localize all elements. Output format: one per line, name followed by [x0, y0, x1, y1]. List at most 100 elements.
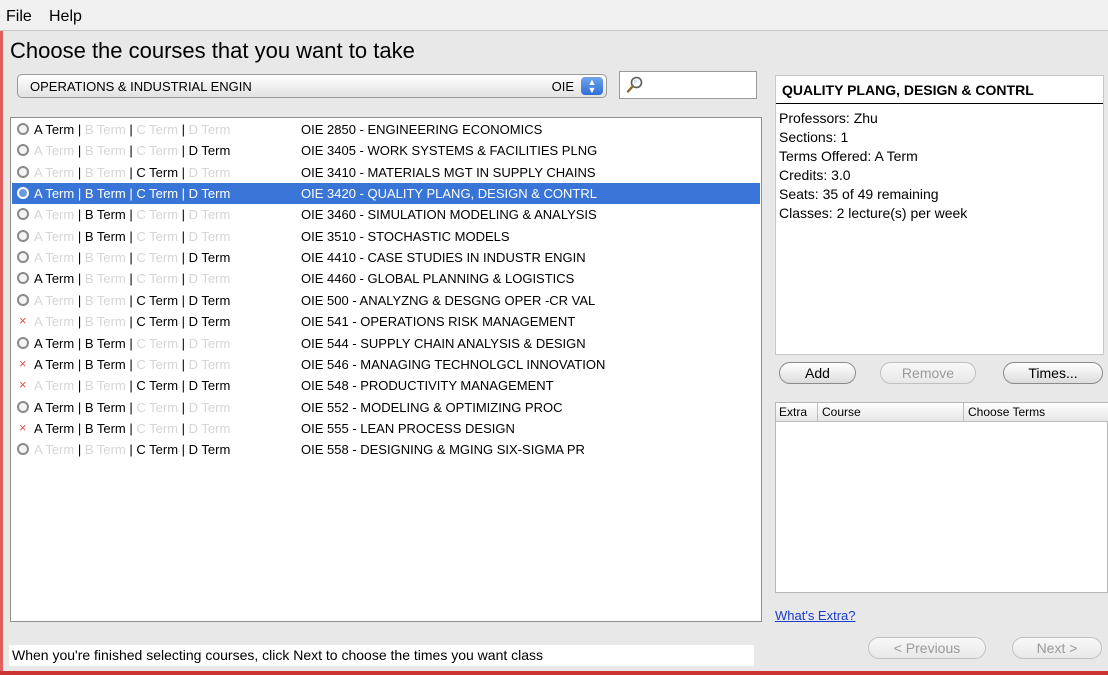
term-separator: |	[125, 164, 137, 180]
course-terms: A Term | B Term | C Term | D Term	[34, 421, 230, 436]
course-row[interactable]: A Term | B Term | C Term | D Term OIE 342…	[12, 183, 760, 205]
term-label: A Term	[34, 378, 75, 394]
term-separator: |	[74, 378, 85, 394]
term-separator: |	[125, 207, 137, 223]
department-code: OIE	[551, 79, 574, 94]
term-label: B Term	[84, 356, 126, 372]
term-label: D Term	[188, 250, 231, 266]
course-list[interactable]: A Term | B Term | C Term | D Term OIE 285…	[10, 117, 762, 622]
course-row[interactable]: A Term | B Term | C Term | D Term OIE 544…	[12, 333, 760, 354]
column-course[interactable]: Course	[822, 405, 861, 419]
term-label: D Term	[188, 335, 231, 351]
unavailable-icon: ×	[19, 377, 27, 393]
term-label: A Term	[34, 122, 75, 137]
column-choose-terms[interactable]: Choose Terms	[968, 405, 1045, 419]
add-button[interactable]: Add	[779, 362, 856, 384]
unavailable-icon: ×	[19, 355, 27, 371]
term-label: D Term	[188, 292, 231, 308]
radio-circle-icon	[17, 336, 29, 349]
term-label: C Term	[136, 207, 179, 223]
menu-file[interactable]: File	[6, 8, 32, 26]
term-separator: |	[178, 164, 189, 180]
term-label: C Term	[136, 378, 179, 394]
term-separator: |	[125, 442, 137, 458]
course-row[interactable]: A Term | B Term | C Term | D Term OIE 552…	[12, 397, 760, 418]
term-label: B Term	[84, 271, 126, 287]
course-row[interactable]: A Term | B Term | C Term | D Term OIE 500…	[12, 290, 760, 311]
term-label: A Term	[34, 314, 75, 330]
course-name: OIE 544 - SUPPLY CHAIN ANALYSIS & DESIGN	[301, 335, 586, 351]
course-terms: A Term | B Term | C Term | D Term	[34, 229, 230, 244]
times-button[interactable]: Times...	[1003, 362, 1103, 384]
search-field[interactable]	[619, 71, 757, 99]
course-name: OIE 555 - LEAN PROCESS DESIGN	[301, 420, 515, 436]
search-input[interactable]	[648, 75, 756, 97]
course-row[interactable]: × A Term | B Term | C Term | D Term OIE 55…	[12, 418, 760, 439]
course-terms: A Term | B Term | C Term | D Term	[34, 250, 230, 265]
term-separator: |	[178, 186, 189, 202]
course-details-panel: QUALITY PLANG, DESIGN & CONTRL Professor…	[775, 75, 1104, 355]
course-name: OIE 552 - MODELING & OPTIMIZING PROC	[301, 399, 563, 415]
course-row[interactable]: A Term | B Term | C Term | D Term OIE 346…	[12, 204, 760, 225]
course-row[interactable]: × A Term | B Term | C Term | D Term OIE 54…	[12, 375, 760, 396]
radio-circle-icon	[17, 251, 29, 264]
radio-circle-icon	[17, 272, 29, 285]
course-row[interactable]: A Term | B Term | C Term | D Term OIE 446…	[12, 268, 760, 289]
course-row[interactable]: A Term | B Term | C Term | D Term OIE 340…	[12, 140, 760, 161]
course-row[interactable]: × A Term | B Term | C Term | D Term OIE 54…	[12, 311, 760, 332]
column-extra[interactable]: Extra	[779, 405, 807, 419]
term-label: A Term	[34, 143, 75, 159]
term-separator: |	[74, 186, 85, 202]
course-terms: A Term | B Term | C Term | D Term	[34, 357, 230, 372]
term-label: B Term	[84, 335, 126, 351]
term-label: C Term	[136, 314, 179, 330]
term-label: C Term	[136, 143, 179, 159]
course-row[interactable]: A Term | B Term | C Term | D Term OIE 285…	[12, 119, 760, 140]
term-label: B Term	[84, 122, 126, 137]
details-title: QUALITY PLANG, DESIGN & CONTRL	[782, 82, 1034, 98]
department-select[interactable]: OPERATIONS & INDUSTRIAL ENGIN OIE ▲ ▼	[17, 74, 607, 98]
term-label: A Term	[34, 164, 75, 180]
term-separator: |	[178, 399, 189, 415]
term-separator: |	[74, 356, 85, 372]
next-button[interactable]: Next >	[1012, 637, 1102, 659]
term-label: A Term	[34, 292, 75, 308]
course-terms: A Term | B Term | C Term | D Term	[34, 314, 230, 329]
term-label: A Term	[34, 442, 75, 458]
term-separator: |	[125, 228, 137, 244]
course-name: OIE 558 - DESIGNING & MGING SIX-SIGMA PR	[301, 442, 585, 458]
menu-help[interactable]: Help	[49, 8, 82, 26]
term-label: D Term	[188, 442, 231, 458]
term-separator: |	[74, 420, 85, 436]
course-row[interactable]: A Term | B Term | C Term | D Term OIE 351…	[12, 226, 760, 247]
course-row[interactable]: × A Term | B Term | C Term | D Term OIE 54…	[12, 354, 760, 375]
department-name: OPERATIONS & INDUSTRIAL ENGIN	[30, 79, 252, 94]
details-credits: Credits: 3.0	[779, 167, 851, 183]
term-label: D Term	[188, 122, 231, 137]
remove-button[interactable]: Remove	[880, 362, 976, 384]
term-label: D Term	[188, 378, 231, 394]
term-label: D Term	[188, 399, 231, 415]
term-label: C Term	[136, 335, 179, 351]
whats-extra-link[interactable]: What's Extra?	[775, 608, 856, 623]
previous-button[interactable]: < Previous	[868, 637, 986, 659]
radio-circle-icon	[17, 400, 29, 413]
term-separator: |	[74, 442, 85, 458]
term-label: C Term	[136, 228, 179, 244]
course-row[interactable]: A Term | B Term | C Term | D Term OIE 441…	[12, 247, 760, 268]
term-label: B Term	[84, 292, 126, 308]
selected-courses-table[interactable]: Extra Course Choose Terms	[775, 402, 1108, 593]
column-divider	[963, 403, 964, 421]
term-label: D Term	[188, 207, 231, 223]
term-separator: |	[74, 292, 85, 308]
course-name: OIE 546 - MANAGING TECHNOLGCL INNOVATION	[301, 356, 606, 372]
radio-circle-icon	[17, 208, 29, 221]
course-name: OIE 3510 - STOCHASTIC MODELS	[301, 228, 510, 244]
term-label: B Term	[84, 228, 126, 244]
course-row[interactable]: A Term | B Term | C Term | D Term OIE 341…	[12, 162, 760, 183]
course-row[interactable]: A Term | B Term | C Term | D Term OIE 558…	[12, 439, 760, 460]
term-separator: |	[74, 314, 85, 330]
term-label: B Term	[84, 378, 126, 394]
course-name: OIE 3460 - SIMULATION MODELING & ANALYSI…	[301, 207, 597, 223]
select-arrows-icon: ▲ ▼	[581, 77, 603, 95]
